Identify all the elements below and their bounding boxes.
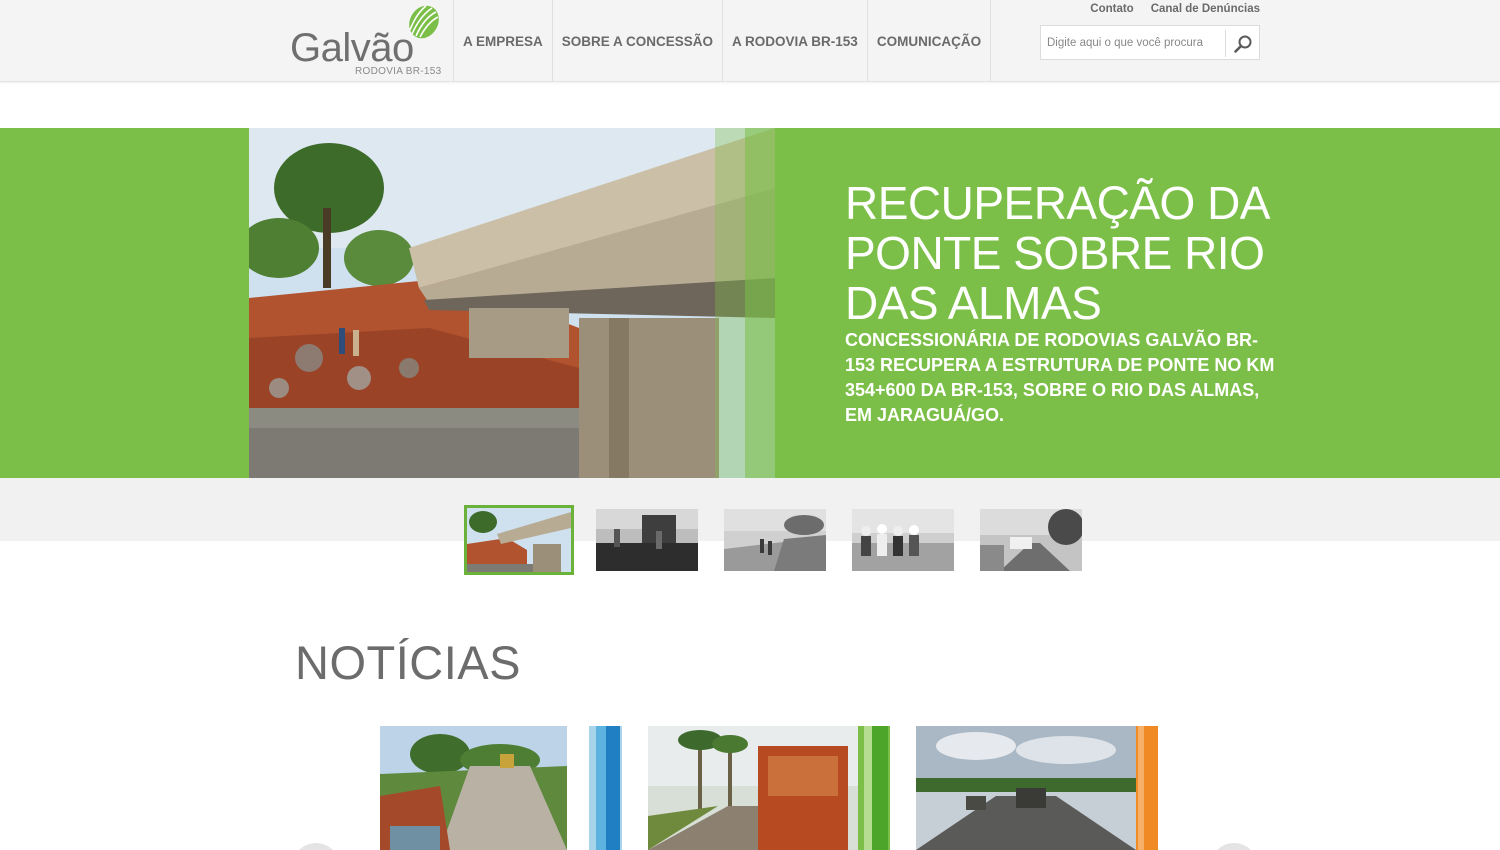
news-prev-arrow[interactable] — [292, 843, 340, 850]
nav-item-sobre-a-concessao[interactable]: SOBRE A CONCESSÃO — [551, 0, 722, 82]
hero-photo-bridge — [249, 128, 775, 478]
search-icon — [1233, 35, 1251, 53]
main-nav: A EMPRESA SOBRE A CONCESSÃO A RODOVIA BR… — [453, 0, 992, 82]
hero-subtitle: CONCESSIONÁRIA DE RODOVIAS GALVÃO BR-153… — [845, 330, 1275, 425]
slide-thumbnail-bridge[interactable] — [464, 505, 574, 575]
site-header: Galvão RODOVIA BR-153 A EMPRESA SOBRE A … — [0, 0, 1500, 82]
nav-item-a-rodovia[interactable]: A RODOVIA BR-153 — [722, 0, 867, 82]
news-card-road-construction[interactable] — [380, 726, 622, 850]
search-input[interactable] — [1041, 26, 1226, 59]
news-card-truck-palms[interactable] — [648, 726, 890, 850]
slide-thumbnail-team-photo[interactable] — [852, 509, 954, 571]
news-section-title: NOTÍCIAS — [295, 636, 521, 689]
nav-item-a-empresa[interactable]: A EMPRESA — [453, 0, 552, 82]
canal-de-denuncias-link[interactable]: Canal de Denúncias — [1151, 3, 1260, 15]
contato-link[interactable]: Contato — [1090, 3, 1133, 15]
hero-banner: RECUPERAÇÃO DA PONTE SOBRE RIO DAS ALMAS… — [0, 128, 1500, 478]
hero-title: RECUPERAÇÃO DA PONTE SOBRE RIO DAS ALMAS — [845, 177, 1268, 329]
slide-thumbnail-paving-crew[interactable] — [596, 509, 698, 571]
logo-wordmark: Galvão — [290, 26, 414, 70]
news-next-arrow[interactable] — [1210, 843, 1258, 850]
nav-item-comunicacao[interactable]: COMUNICAÇÃO — [866, 0, 992, 82]
news-card-paving-machines[interactable] — [916, 726, 1158, 850]
search-button[interactable] — [1225, 30, 1259, 57]
top-links: Contato Canal de Denúncias — [1090, 3, 1260, 15]
slide-thumbnail-highway-trucks[interactable] — [980, 509, 1082, 571]
search-box — [1040, 25, 1260, 60]
logo-subtitle: RODOVIA BR-153 — [355, 66, 442, 77]
slide-thumbnail-roadside-workers[interactable] — [724, 509, 826, 571]
page: Galvão RODOVIA BR-153 A EMPRESA SOBRE A … — [0, 0, 1500, 850]
galvao-logo[interactable]: Galvão RODOVIA BR-153 — [288, 4, 448, 80]
